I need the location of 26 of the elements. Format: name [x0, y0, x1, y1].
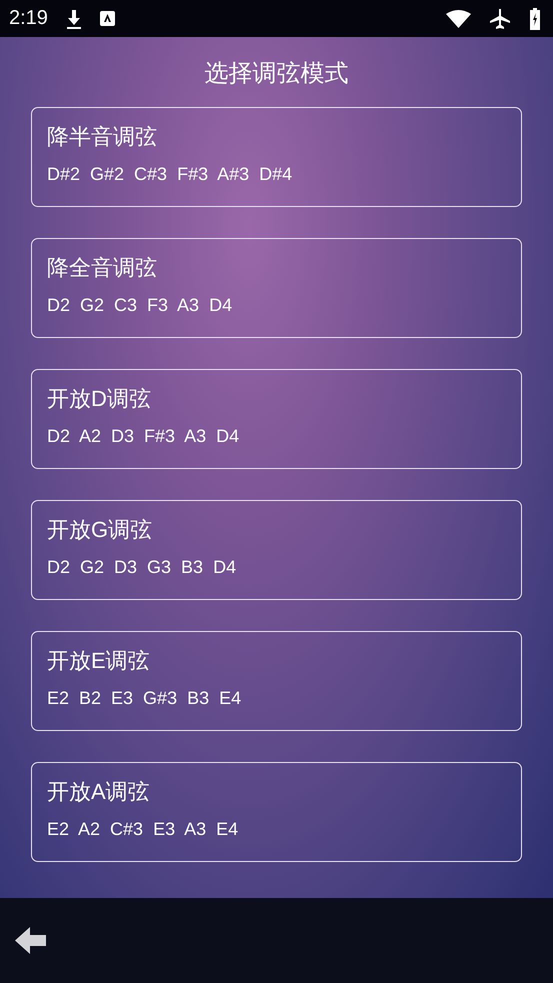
tuning-notes: D2 A2 D3 F#3 A3 D4 [47, 426, 240, 447]
tuning-notes: E2 B2 E3 G#3 B3 E4 [47, 688, 242, 709]
tuning-name: 降半音调弦 [47, 123, 157, 151]
tuning-card[interactable]: 降全音调弦 D2 G2 C3 F3 A3 D4 [31, 238, 522, 338]
download-icon [66, 8, 82, 28]
page-title: 选择调弦模式 [204, 59, 348, 89]
tuning-name: 降全音调弦 [47, 254, 157, 282]
tuning-notes: D#2 G#2 C#3 F#3 A#3 D#4 [47, 164, 292, 185]
back-arrow-icon[interactable] [15, 927, 46, 954]
tuning-card[interactable]: 开放D调弦 D2 A2 D3 F#3 A3 D4 [31, 369, 522, 469]
wifi-icon [446, 10, 471, 28]
tuning-notes: D2 G2 D3 G3 B3 D4 [47, 557, 236, 578]
tuning-name: 开放A调弦 [47, 778, 150, 806]
app-notification-icon [100, 11, 115, 26]
tuning-name: 开放E调弦 [47, 647, 150, 675]
tuning-card[interactable]: 开放E调弦 E2 B2 E3 G#3 B3 E4 [31, 631, 522, 731]
tuning-notes: E2 A2 C#3 E3 A3 E4 [47, 819, 238, 840]
tuning-card[interactable]: 开放G调弦 D2 G2 D3 G3 B3 D4 [31, 500, 522, 600]
battery-charging-icon [529, 8, 541, 30]
tuning-notes: D2 G2 C3 F3 A3 D4 [47, 295, 232, 316]
airplane-icon [489, 8, 511, 30]
tuning-name: 开放D调弦 [47, 385, 151, 413]
tuning-name: 开放G调弦 [47, 516, 152, 544]
tuning-card[interactable]: 开放A调弦 E2 A2 C#3 E3 A3 E4 [31, 762, 522, 862]
status-time: 2:19 [9, 7, 48, 30]
tuning-card[interactable]: 降半音调弦 D#2 G#2 C#3 F#3 A#3 D#4 [31, 107, 522, 207]
